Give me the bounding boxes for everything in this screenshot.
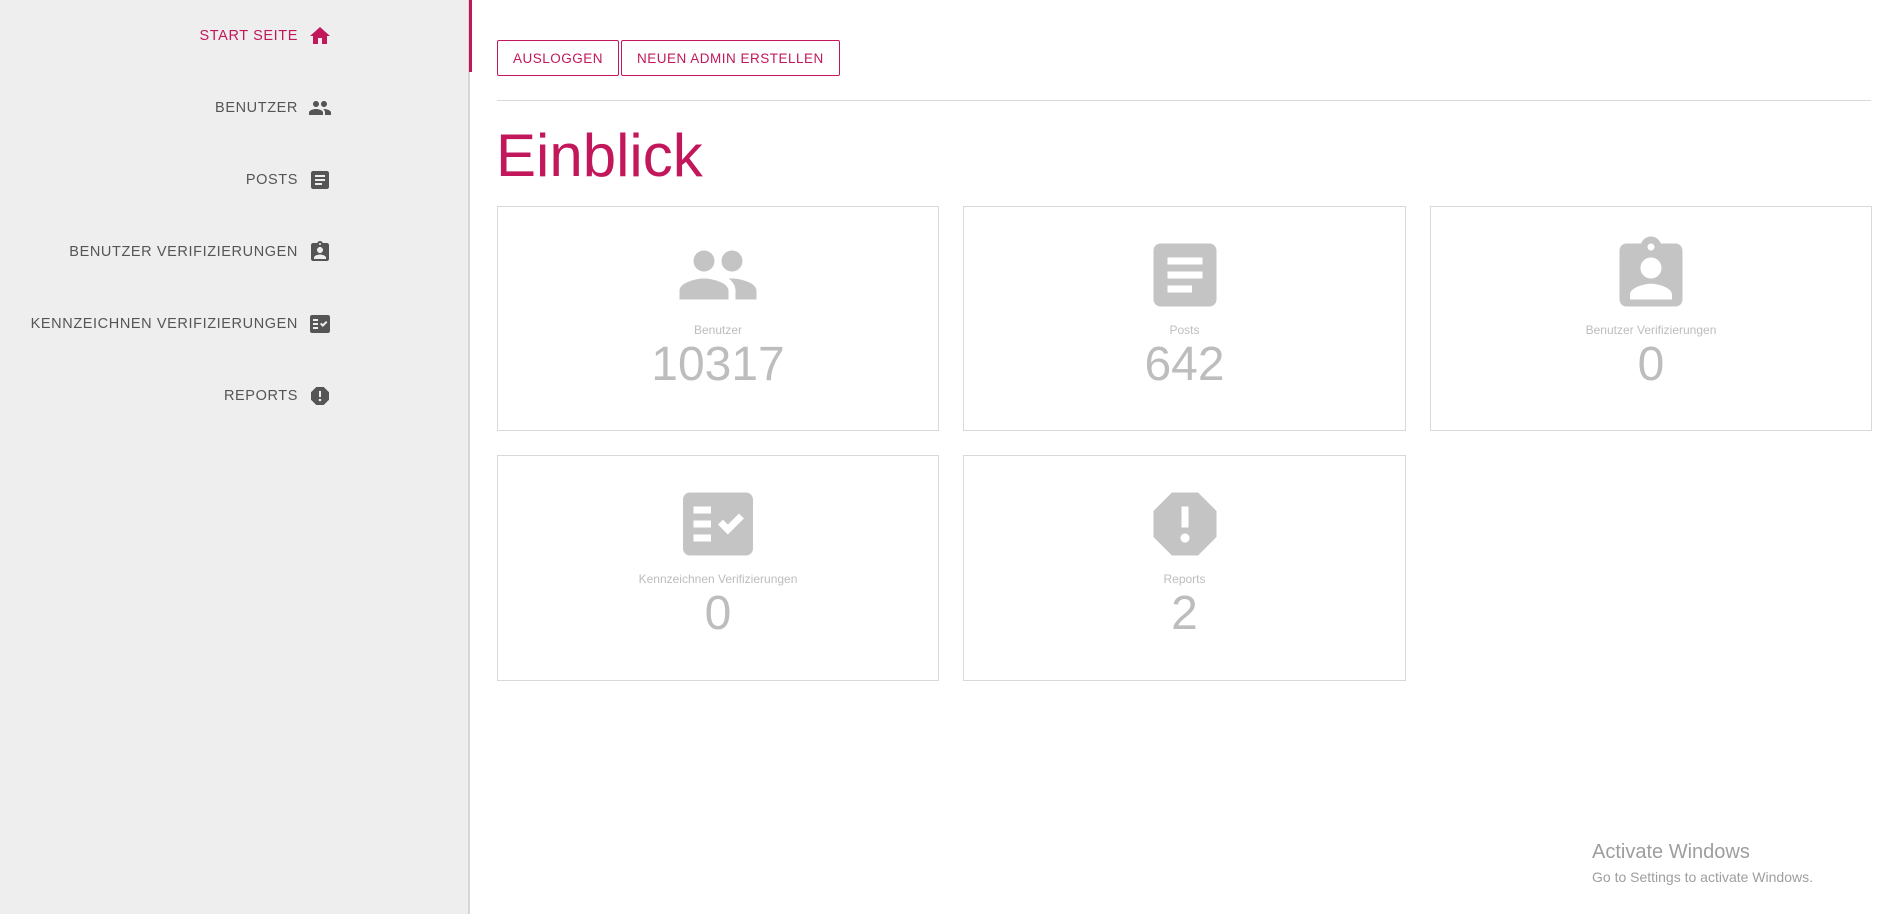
sidebar-item-label: BENUTZER VERIFIZIERUNGEN xyxy=(69,244,298,260)
stat-value: 2 xyxy=(1171,587,1198,640)
people-icon xyxy=(308,96,332,120)
sidebar-item-benutzer-verifizierungen[interactable]: BENUTZER VERIFIZIERUNGEN xyxy=(69,235,332,269)
create-admin-button[interactable]: NEUEN ADMIN ERSTELLEN xyxy=(621,40,840,76)
stat-label: Reports xyxy=(1163,572,1206,586)
stat-value: 0 xyxy=(704,587,732,640)
watermark-title: Activate Windows xyxy=(1592,841,1750,863)
assignment-ind-icon xyxy=(308,240,332,264)
stat-label: Posts xyxy=(1169,323,1200,337)
sidebar-item-label: KENNZEICHNEN VERIFIZIERUNGEN xyxy=(30,316,298,332)
fact-check-icon xyxy=(308,312,332,336)
logout-button[interactable]: AUSLOGGEN xyxy=(497,40,620,76)
sidebar-item-start-seite[interactable]: START SEITE xyxy=(200,19,332,53)
sidebar-item-reports[interactable]: REPORTS xyxy=(224,379,332,413)
assignment-ind-icon xyxy=(1609,233,1693,317)
sidebar-item-label: BENUTZER xyxy=(215,100,298,116)
sidebar-item-label: START SEITE xyxy=(199,28,298,44)
stat-label: Kennzeichnen Verifizierungen xyxy=(638,572,798,586)
page-title: Einblick xyxy=(496,122,703,189)
fact-check-icon xyxy=(676,482,760,566)
stat-value: 10317 xyxy=(651,338,785,391)
stat-label: Benutzer xyxy=(693,323,743,337)
stat-card-benutzer-verifizierungen: Benutzer Verifizierungen 0 xyxy=(1430,206,1872,431)
stat-value: 0 xyxy=(1637,338,1665,391)
home-icon xyxy=(308,24,332,48)
stat-card-posts: Posts 642 xyxy=(963,206,1406,431)
activate-windows-watermark: Activate Windows Go to Settings to activ… xyxy=(1592,840,1813,888)
report-icon xyxy=(308,384,332,408)
divider xyxy=(497,100,1871,101)
stat-card-kennzeichnen-verifizierungen: Kennzeichnen Verifizierungen 0 xyxy=(497,455,939,681)
main-content: AUSLOGGEN NEUEN ADMIN ERSTELLEN Einblick… xyxy=(472,0,1891,914)
people-icon xyxy=(676,233,760,317)
sidebar-item-posts[interactable]: POSTS xyxy=(246,163,332,197)
stat-card-benutzer: Benutzer 10317 xyxy=(497,206,939,431)
sidebar-item-label: POSTS xyxy=(245,172,298,188)
sidebar-item-benutzer[interactable]: BENUTZER xyxy=(215,91,332,125)
article-icon xyxy=(1143,233,1227,317)
sidebar: START SEITE BENUTZER POSTS BENUTZER VERI… xyxy=(0,0,470,914)
stat-card-reports: Reports 2 xyxy=(963,455,1406,681)
stat-label: Benutzer Verifizierungen xyxy=(1585,323,1717,337)
stat-value: 642 xyxy=(1144,338,1225,391)
report-icon xyxy=(1143,482,1227,566)
sidebar-item-kennzeichnen-verifizierungen[interactable]: KENNZEICHNEN VERIFIZIERUNGEN xyxy=(31,307,332,341)
watermark-subtitle: Go to Settings to activate Windows. xyxy=(1592,869,1813,885)
sidebar-item-label: REPORTS xyxy=(223,388,298,404)
article-icon xyxy=(308,168,332,192)
